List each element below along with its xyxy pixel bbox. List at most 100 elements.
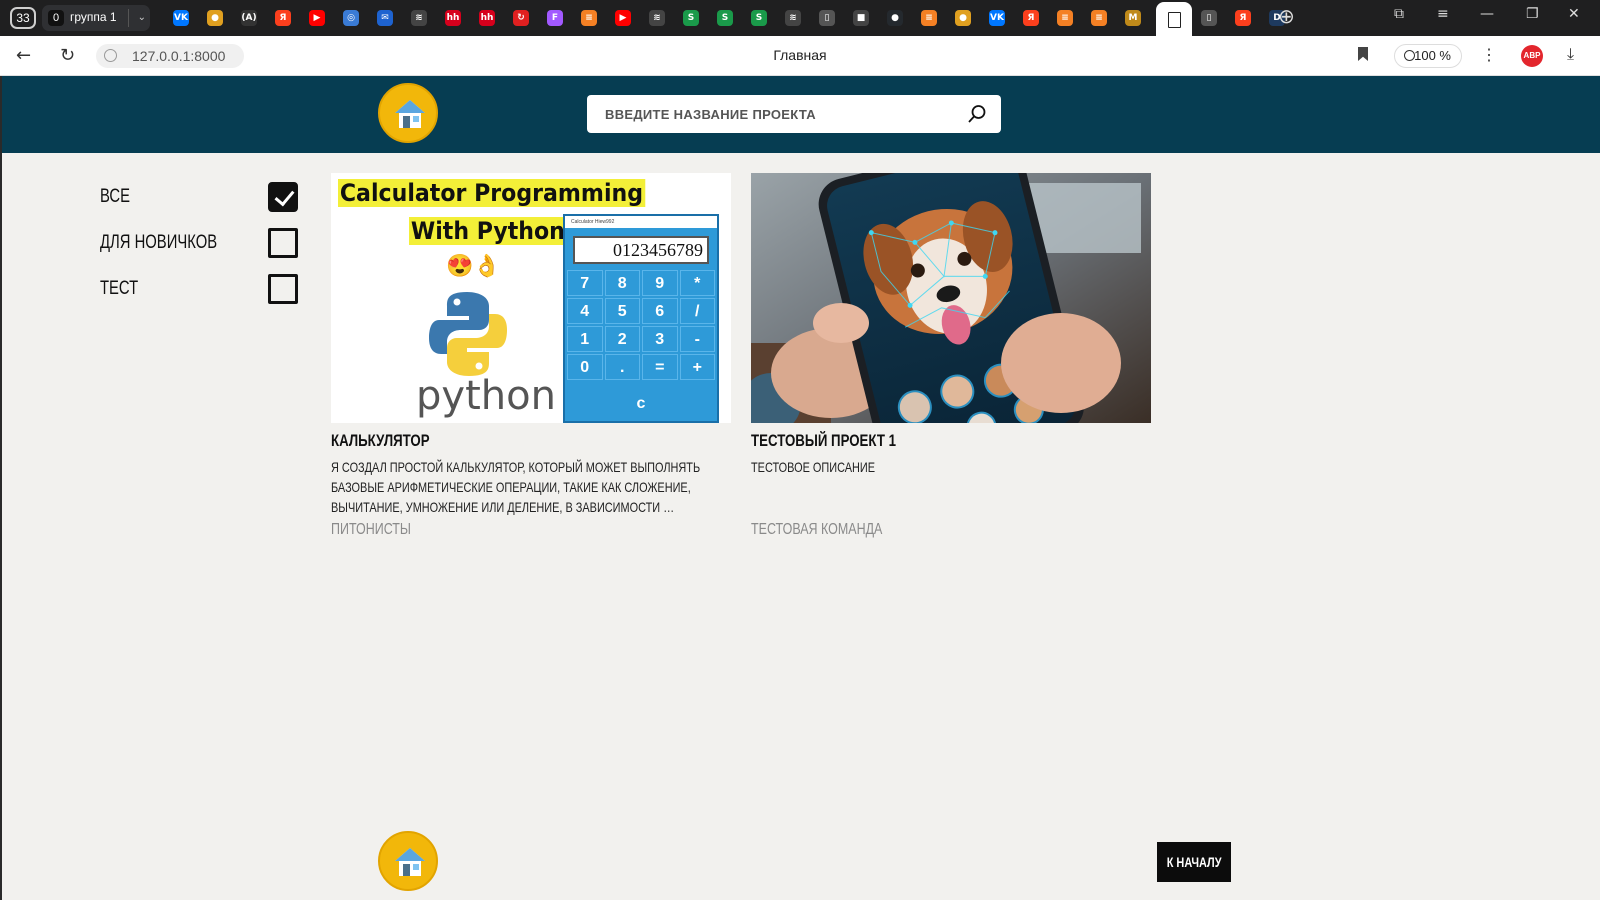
document-tab-icon[interactable]: ▯	[1192, 5, 1226, 31]
zoom-level: 100 %	[1414, 48, 1451, 63]
zoom-icon	[1404, 50, 1415, 61]
gray-tab-icon[interactable]: ≋	[402, 5, 436, 31]
adblock-icon[interactable]: ABP	[1521, 45, 1543, 67]
favicon: ≋	[649, 10, 665, 26]
favicon: Я	[1235, 10, 1251, 26]
filter-checkbox[interactable]	[268, 228, 298, 258]
favicon: ●	[207, 10, 223, 26]
new-tab-icon[interactable]: ⊕	[1278, 4, 1295, 28]
hh-tab-icon[interactable]: hh	[470, 5, 504, 31]
filter-all[interactable]: ВСЕ	[100, 180, 300, 226]
filter-list: ВСЕ ДЛЯ НОВИЧКОВ ТЕСТ	[100, 180, 300, 318]
red-tab-icon[interactable]: ↻	[504, 5, 538, 31]
s-tab-icon[interactable]: S	[708, 5, 742, 31]
filter-test[interactable]: ТЕСТ	[100, 272, 300, 318]
back-to-top-button[interactable]: К НАЧАЛУ	[1157, 842, 1231, 882]
minimize-icon[interactable]: —	[1480, 6, 1494, 22]
favicon: ◎	[343, 10, 359, 26]
image-emoji: 😍👌	[446, 253, 501, 278]
favicon: M	[1125, 10, 1141, 26]
filter-checkbox-checked[interactable]	[268, 182, 298, 212]
yandex-tab-icon[interactable]: Я	[266, 5, 300, 31]
restore-icon[interactable]: ❐	[1526, 6, 1539, 22]
figma-tab-icon[interactable]: F	[538, 5, 572, 31]
s-tab-icon[interactable]: S	[742, 5, 776, 31]
vk-tab-icon[interactable]: VK	[980, 5, 1014, 31]
favicon: F	[547, 10, 563, 26]
favicon: ▯	[819, 10, 835, 26]
stack-tab-icon[interactable]: ≡	[912, 5, 946, 31]
house-icon	[395, 100, 425, 128]
close-icon[interactable]: ✕	[1568, 6, 1580, 22]
filter-label: ВСЕ	[100, 186, 130, 207]
project-image-dog[interactable]	[751, 173, 1151, 423]
favicon: ≡	[581, 10, 597, 26]
zoom-button[interactable]: 100 %	[1394, 44, 1462, 68]
favicon: S	[683, 10, 699, 26]
project-image-calculator[interactable]: Calculator Programming With Python 😍👌 py…	[331, 173, 731, 423]
image-subheading: With Python	[409, 217, 567, 245]
target-tab-icon[interactable]: ◎	[334, 5, 368, 31]
yandex-tab-icon[interactable]: Я	[1014, 5, 1048, 31]
stack-tab-icon[interactable]: ≡	[1048, 5, 1082, 31]
menu-icon[interactable]: ≡	[1437, 6, 1449, 22]
python-logo-icon	[429, 292, 507, 376]
gray-tab-icon[interactable]: ≋	[640, 5, 674, 31]
favicon: ■	[853, 10, 869, 26]
yandex-tab-icon[interactable]: Я	[1226, 5, 1260, 31]
stack-tab-icon[interactable]: ≡	[1082, 5, 1116, 31]
project-title[interactable]: ТЕСТОВЫЙ ПРОЕКТ 1	[751, 431, 1063, 451]
download-icon[interactable]: ⤓	[1567, 44, 1574, 64]
favicon: ≋	[785, 10, 801, 26]
more-options-icon[interactable]: ⋮	[1481, 45, 1497, 65]
search-icon[interactable]	[967, 104, 987, 124]
favicon: VK	[173, 10, 189, 26]
box-tab-icon[interactable]: ■	[844, 5, 878, 31]
calculator-key: 8	[604, 270, 640, 296]
active-tab[interactable]	[1156, 2, 1192, 36]
filter-beginners[interactable]: ДЛЯ НОВИЧКОВ	[100, 226, 300, 272]
tab-count-badge[interactable]: 33	[10, 7, 36, 29]
tab-group[interactable]: 0 группа 1 ⌄	[42, 5, 150, 31]
a-tab-icon[interactable]: (A)	[232, 5, 266, 31]
s-tab-icon[interactable]: S	[674, 5, 708, 31]
calculator-key: .	[604, 354, 640, 380]
m-tab-icon[interactable]: M	[1116, 5, 1150, 31]
document-tab-icon[interactable]: ▯	[810, 5, 844, 31]
chevron-down-icon[interactable]: ⌄	[128, 9, 146, 27]
youtube-tab-icon[interactable]: ▶	[300, 5, 334, 31]
favicon: ≡	[1091, 10, 1107, 26]
favicon: S	[717, 10, 733, 26]
favicon: ●	[955, 10, 971, 26]
project-description: ТЕСТОВОЕ ОПИСАНИЕ	[751, 459, 876, 475]
calculator-key: 4	[567, 298, 603, 324]
collections-icon[interactable]: ⧉	[1394, 6, 1404, 22]
mail-tab-icon[interactable]: ✉	[368, 5, 402, 31]
project-card[interactable]: Calculator Programming With Python 😍👌 py…	[331, 173, 731, 538]
circle-tab-icon[interactable]: ●	[946, 5, 980, 31]
search-input[interactable]	[587, 95, 957, 133]
vk-tab-icon[interactable]: VK	[164, 5, 198, 31]
hh-tab-icon[interactable]: hh	[436, 5, 470, 31]
calculator-key: 2	[604, 326, 640, 352]
github-tab-icon[interactable]: ●	[878, 5, 912, 31]
window-edge	[0, 76, 2, 900]
project-team: ПИТОНИСТЫ	[331, 521, 411, 538]
footer-home-logo[interactable]	[378, 831, 438, 891]
circle-tab-icon[interactable]: ●	[198, 5, 232, 31]
home-logo[interactable]	[378, 83, 438, 143]
gray-tab-icon[interactable]: ≋	[776, 5, 810, 31]
favicon: hh	[445, 10, 461, 26]
stack-tab-icon[interactable]: ≡	[572, 5, 606, 31]
house-icon	[395, 848, 425, 876]
calculator-key: 7	[567, 270, 603, 296]
project-title[interactable]: КАЛЬКУЛЯТОР	[331, 431, 643, 451]
favicon: ▯	[1201, 10, 1217, 26]
favicon: (A)	[241, 10, 257, 26]
tab-list: VK ● (A) Я ▶ ◎ ✉ ≋ hh hh ↻ F ≡ ▶ ≋ S S S ≋ ▯ ■ ● ≡ ● VK Я ≡ ≡ M	[164, 5, 1150, 31]
calculator-key: /	[679, 298, 715, 324]
project-card[interactable]: ТЕСТОВЫЙ ПРОЕКТ 1 ТЕСТОВОЕ ОПИСАНИЕ ТЕСТ…	[751, 173, 1151, 538]
filter-checkbox[interactable]	[268, 274, 298, 304]
youtube-tab-icon[interactable]: ▶	[606, 5, 640, 31]
calculator-key: -	[679, 326, 715, 352]
